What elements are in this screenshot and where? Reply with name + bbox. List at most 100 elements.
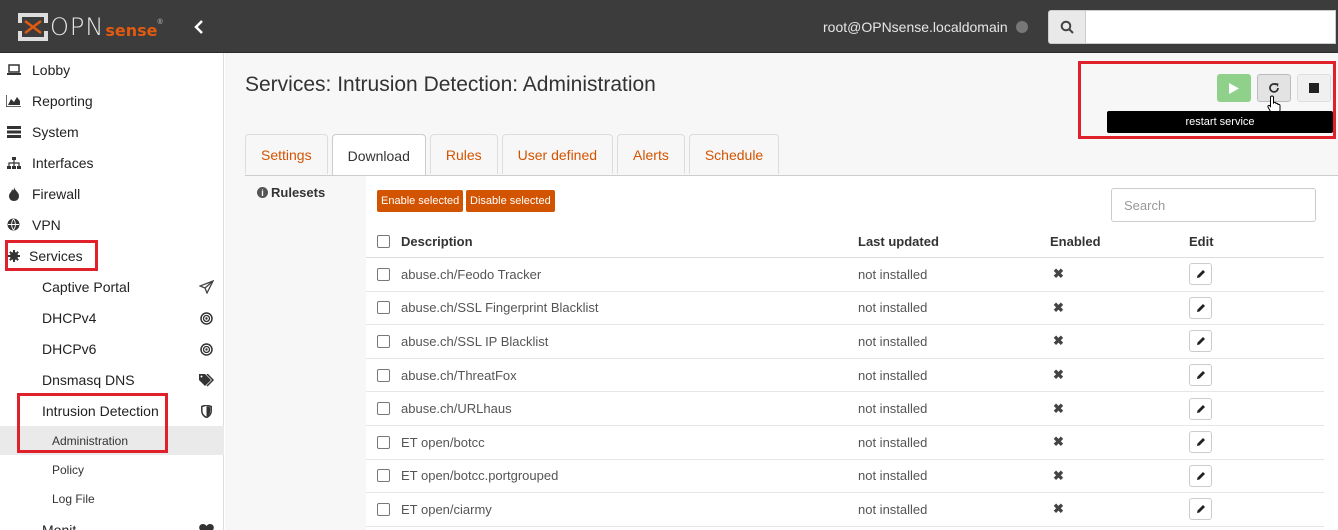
edit-button[interactable]: [1189, 263, 1212, 286]
row-checkbox[interactable]: [377, 334, 390, 348]
tab-user-defined[interactable]: User defined: [501, 134, 614, 174]
table-row[interactable]: abuse.ch/Feodo Tracker not installed ✖: [366, 258, 1324, 292]
heartbeat-icon: [198, 522, 214, 530]
table-row[interactable]: abuse.ch/ThreatFox not installed ✖: [366, 359, 1324, 393]
global-search-input[interactable]: [1086, 10, 1336, 44]
row-checkbox[interactable]: [377, 402, 390, 416]
row-checkbox[interactable]: [377, 435, 390, 449]
row-description: abuse.ch/URLhaus: [401, 401, 512, 417]
tab-schedule[interactable]: Schedule: [688, 134, 780, 174]
table-row[interactable]: ET open/botcc not installed ✖: [366, 426, 1324, 460]
table-row[interactable]: ET open/ciarmy not installed ✖: [366, 493, 1324, 527]
edit-button[interactable]: [1189, 330, 1212, 353]
disable-selected-button[interactable]: Disable selected: [466, 190, 555, 212]
sidebar-item-label: System: [32, 123, 79, 140]
page-title: Services: Intrusion Detection: Administr…: [245, 73, 656, 96]
row-description: ET open/botcc: [401, 434, 485, 450]
disabled-x-icon: ✖: [1053, 467, 1064, 483]
globe-icon: [6, 218, 21, 232]
table-row[interactable]: ET open/botcc.portgrouped not installed ✖: [366, 460, 1324, 494]
row-edit: [1189, 263, 1212, 286]
sidebar-item-captive-portal[interactable]: Captive Portal: [0, 271, 224, 302]
tags-icon: [198, 372, 214, 388]
table-row[interactable]: abuse.ch/SSL IP Blacklist not installed ✖: [366, 325, 1324, 359]
user-label[interactable]: root@OPNsense.localdomain: [823, 19, 1008, 35]
pencil-icon: [1196, 303, 1205, 312]
server-icon: [6, 125, 21, 139]
sidebar-item-interfaces[interactable]: Interfaces: [0, 147, 224, 178]
edit-button[interactable]: [1189, 364, 1212, 387]
row-enabled: ✖: [1050, 300, 1064, 316]
sidebar-item-dhcpv4[interactable]: DHCPv4: [0, 302, 224, 333]
table-row[interactable]: abuse.ch/SSL Fingerprint Blacklist not in…: [366, 292, 1324, 326]
column-header-description[interactable]: Description: [401, 234, 473, 249]
tab-alerts[interactable]: Alerts: [617, 134, 685, 174]
opnsense-logo[interactable]: OPN sense ®: [18, 12, 163, 42]
paper-plane-icon: [198, 279, 214, 295]
row-checkbox[interactable]: [377, 469, 390, 483]
table-row[interactable]: abuse.ch/URLhaus not installed ✖: [366, 392, 1324, 426]
sidebar-item-reporting[interactable]: Reporting: [0, 85, 224, 116]
fire-icon: [6, 186, 21, 201]
edit-button[interactable]: [1189, 464, 1212, 487]
row-edit: [1189, 431, 1212, 454]
sidebar-item-vpn[interactable]: VPN: [0, 209, 224, 240]
tab-download[interactable]: Download: [331, 134, 426, 176]
rulesets-label-text: Rulesets: [271, 185, 326, 200]
info-icon[interactable]: i: [257, 187, 268, 198]
rulesets-label: i Rulesets: [257, 185, 325, 200]
sidebar-item-monit[interactable]: Monit: [0, 514, 224, 530]
sidebar-item-label: Monit: [42, 521, 77, 530]
select-all-checkbox[interactable]: [377, 235, 390, 248]
row-edit: [1189, 296, 1212, 319]
row-last-updated: not installed: [858, 266, 928, 282]
edit-button[interactable]: [1189, 431, 1212, 454]
tab-rules[interactable]: Rules: [429, 134, 498, 174]
sidebar-item-dnsmasq-dns[interactable]: Dnsmasq DNS: [0, 364, 224, 395]
row-checkbox[interactable]: [377, 368, 390, 382]
logo-text: OPN: [50, 13, 105, 41]
highlight-box-services: [5, 240, 98, 271]
sidebar-item-system[interactable]: System: [0, 116, 224, 147]
disabled-x-icon: ✖: [1053, 434, 1064, 450]
row-checkbox[interactable]: [377, 267, 390, 281]
sidebar-item-log-file[interactable]: Log File: [0, 484, 224, 513]
column-header-last-updated[interactable]: Last updated: [858, 234, 939, 249]
bullseye-icon: [198, 341, 214, 357]
enable-selected-button[interactable]: Enable selected: [377, 190, 464, 212]
sidebar-item-firewall[interactable]: Firewall: [0, 178, 224, 209]
sidebar-item-dhcpv6[interactable]: DHCPv6: [0, 333, 224, 364]
pencil-icon: [1196, 404, 1205, 413]
logo-mark-icon: [18, 13, 48, 41]
pencil-icon: [1196, 471, 1205, 480]
sidebar-item-label: VPN: [32, 216, 61, 233]
rulesets-grid: Description Last updated Enabled Edit ab…: [366, 226, 1324, 527]
search-button[interactable]: [1048, 10, 1086, 44]
sidebar-item-label: Policy: [52, 462, 85, 477]
sidebar-item-lobby[interactable]: Lobby: [0, 54, 224, 85]
column-header-enabled[interactable]: Enabled: [1050, 234, 1101, 249]
edit-button[interactable]: [1189, 397, 1212, 420]
tab-settings[interactable]: Settings: [245, 134, 328, 174]
sidebar-item-label: Interfaces: [32, 154, 94, 171]
row-checkbox[interactable]: [377, 301, 390, 315]
edit-button[interactable]: [1189, 498, 1212, 521]
row-last-updated: not installed: [858, 367, 928, 383]
row-description: abuse.ch/Feodo Tracker: [401, 266, 542, 282]
sidebar-item-label: Captive Portal: [42, 278, 130, 295]
sidebar-item-policy[interactable]: Policy: [0, 455, 224, 484]
row-description: abuse.ch/SSL IP Blacklist: [401, 333, 549, 349]
sidebar-item-label: DHCPv4: [42, 309, 97, 326]
top-navbar: OPN sense ® root@OPNsense.localdomain: [0, 0, 1338, 53]
sidebar: Lobby Reporting System Interfaces Firewa…: [0, 53, 224, 530]
row-checkbox[interactable]: [377, 502, 390, 516]
chevron-left-icon[interactable]: [192, 20, 206, 34]
sidebar-item-label: Dnsmasq DNS: [42, 371, 135, 388]
disabled-x-icon: ✖: [1053, 299, 1064, 315]
status-dot-icon[interactable]: [1016, 21, 1028, 33]
grid-search-input[interactable]: Search: [1111, 188, 1316, 222]
edit-button[interactable]: [1189, 296, 1212, 319]
sitemap-icon: [6, 156, 21, 170]
pencil-icon: [1196, 371, 1205, 380]
disabled-x-icon: ✖: [1053, 501, 1064, 517]
